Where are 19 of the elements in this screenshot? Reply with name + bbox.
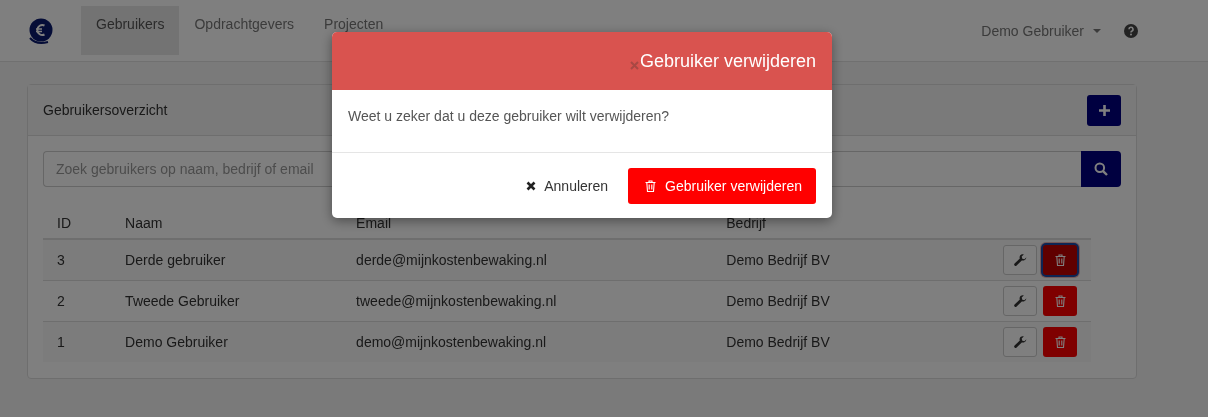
- table-cell: Demo Bedrijf BV: [726, 293, 830, 309]
- panel-title: Gebruikersoverzicht: [43, 102, 168, 118]
- table-cell: Demo Bedrijf BV: [726, 334, 830, 350]
- table-cell: derde@mijnkostenbewaking.nl: [356, 252, 547, 268]
- table-cell: Tweede Gebruiker: [125, 293, 240, 309]
- table-cell: Demo Gebruiker: [125, 334, 228, 350]
- column-header: Naam: [125, 215, 163, 231]
- table-cell: demo@mijnkostenbewaking.nl: [356, 334, 547, 350]
- column-header: ID: [57, 215, 71, 231]
- table-cell: 2: [57, 293, 65, 309]
- table-cell: tweede@mijnkostenbewaking.nl: [356, 293, 557, 309]
- dialog-message: Weet u zeker dat u deze gebruiker wilt verwijderen?: [348, 108, 670, 124]
- column-header: Email: [356, 215, 392, 231]
- table-cell: 1: [57, 334, 65, 350]
- table-cell: Derde gebruiker: [125, 252, 226, 268]
- table-cell: Demo Bedrijf BV: [726, 252, 830, 268]
- column-header: Bedrijf: [726, 215, 766, 231]
- table-cell: 3: [57, 252, 65, 268]
- dialog-title: Gebruiker verwijderen: [639, 50, 816, 72]
